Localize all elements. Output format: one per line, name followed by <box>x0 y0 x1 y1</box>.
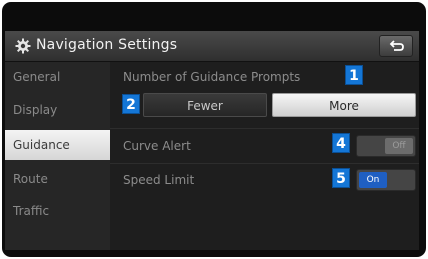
sidebar-item-label: Guidance <box>13 138 70 152</box>
speed-limit-toggle[interactable]: On <box>356 169 416 191</box>
divider <box>110 163 419 164</box>
sidebar-item-route[interactable]: Route <box>5 164 110 194</box>
sidebar-item-label: Route <box>13 172 48 186</box>
curve-alert-label: Curve Alert <box>123 139 191 153</box>
settings-sidebar: General Display Guidance Route Traffic <box>5 62 110 250</box>
curve-alert-toggle[interactable]: Off <box>356 135 416 157</box>
sidebar-item-label: Traffic <box>13 204 50 218</box>
back-button[interactable] <box>379 35 413 57</box>
sidebar-item-general[interactable]: General <box>5 62 110 92</box>
callout-badge-1: 1 <box>345 65 363 85</box>
guidance-prompts-label: Number of Guidance Prompts <box>123 70 301 84</box>
sidebar-item-guidance[interactable]: Guidance <box>5 130 110 160</box>
page-title: Navigation Settings <box>36 37 178 53</box>
callout-badge-2: 2 <box>122 94 140 114</box>
sidebar-item-traffic[interactable]: Traffic <box>5 196 110 226</box>
divider <box>110 128 419 129</box>
guidance-settings-panel: Number of Guidance Prompts 1 2 Fewer 3 M… <box>110 62 419 250</box>
gear-icon <box>15 38 31 54</box>
speed-limit-label: Speed Limit <box>123 173 195 187</box>
callout-badge-4: 4 <box>332 133 350 153</box>
sidebar-item-display[interactable]: Display <box>5 95 110 125</box>
toggle-state-text: On <box>359 172 387 188</box>
sidebar-item-label: Display <box>13 103 58 117</box>
title-bar: Navigation Settings <box>5 31 419 62</box>
fewer-button[interactable]: Fewer <box>143 93 267 117</box>
toggle-state-text: Off <box>385 138 413 154</box>
back-arrow-icon <box>389 40 404 51</box>
more-button[interactable]: More <box>272 93 416 117</box>
sidebar-item-label: General <box>13 70 61 84</box>
callout-badge-5: 5 <box>332 168 350 188</box>
